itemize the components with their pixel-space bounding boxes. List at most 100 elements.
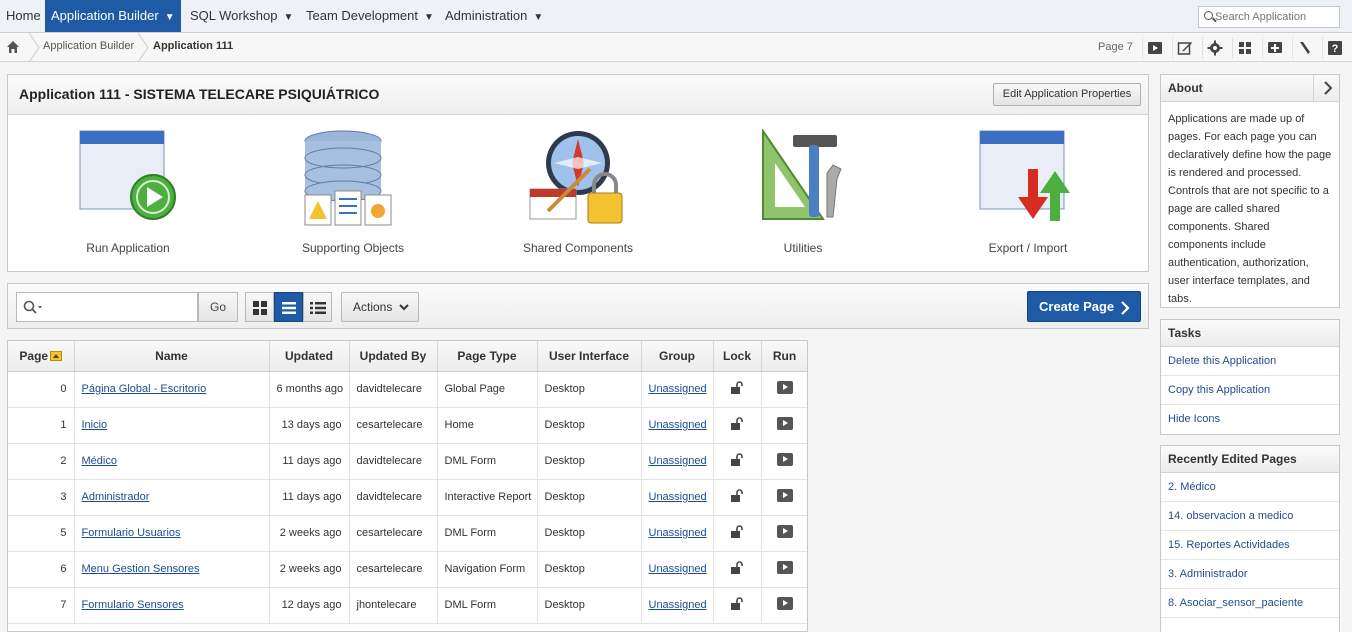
utilities-button[interactable]: [1292, 37, 1316, 59]
nav-administration[interactable]: Administration ▼: [439, 0, 549, 32]
tile-export-import[interactable]: Export / Import: [938, 115, 1118, 270]
cell-updated-by: davidtelecare: [349, 443, 438, 480]
run-page-icon[interactable]: [776, 525, 793, 538]
nav-team-development[interactable]: Team Development ▼: [300, 0, 440, 32]
tile-run-application[interactable]: Run Application: [38, 115, 218, 270]
cell-updated-by: jhontelecare: [349, 587, 438, 624]
run-page-icon[interactable]: [776, 597, 793, 610]
cell-page-number: 3: [8, 479, 75, 516]
nav-team-label: Team Development: [306, 8, 418, 23]
recent-page-link[interactable]: 15. Reportes Actividades: [1161, 531, 1339, 560]
collapse-about-button[interactable]: [1313, 75, 1339, 101]
group-link[interactable]: Unassigned: [641, 551, 714, 588]
application-panel-header: Application 111 - SISTEMA TELECARE PSIQU…: [8, 75, 1148, 115]
page-name-link[interactable]: Formulario Usuarios: [74, 515, 270, 552]
tile-label: Shared Components: [522, 241, 634, 255]
actions-menu-button[interactable]: Actions: [341, 292, 419, 322]
group-link[interactable]: Unassigned: [641, 515, 714, 552]
page-search-field[interactable]: [16, 292, 198, 322]
column-header-updated-by[interactable]: Updated By: [349, 341, 438, 372]
page-name-link[interactable]: Médico: [74, 443, 270, 480]
run-cell: [761, 371, 807, 408]
page-name-link[interactable]: Menu Gestion Sensores: [74, 551, 270, 588]
pages-table: Page Name Updated Updated By Page Type U…: [8, 341, 807, 624]
page-name-link[interactable]: Formulario Sensores: [74, 587, 270, 624]
icon-view-button[interactable]: [245, 292, 274, 322]
cell-updated: 2 weeks ago: [269, 515, 350, 552]
unlock-icon[interactable]: [730, 416, 744, 434]
page-name-link[interactable]: Página Global - Escritorio: [74, 371, 270, 408]
unlock-icon[interactable]: [730, 560, 744, 578]
table-row: 2 Médico 11 days ago davidtelecare DML Form D…: [8, 443, 807, 480]
about-header: About: [1161, 75, 1339, 102]
unlock-icon[interactable]: [730, 596, 744, 614]
tile-utilities[interactable]: Utilities: [713, 115, 893, 270]
group-link[interactable]: Unassigned: [641, 443, 714, 480]
home-icon[interactable]: [6, 40, 20, 54]
task-hide-icons[interactable]: Hide Icons: [1161, 405, 1339, 434]
recent-page-link[interactable]: 8. Asociar_sensor_paciente: [1161, 589, 1339, 618]
run-cell: [761, 587, 807, 624]
table-row: 6 Menu Gestion Sensores 2 weeks ago cesarte…: [8, 551, 807, 588]
run-page-button[interactable]: [1142, 37, 1166, 59]
run-page-icon[interactable]: [776, 489, 793, 502]
chevron-down-icon: ▼: [164, 12, 175, 23]
nav-sql-workshop[interactable]: SQL Workshop ▼: [184, 0, 299, 32]
run-page-icon[interactable]: [776, 417, 793, 430]
tile-supporting-objects[interactable]: Supporting Objects: [263, 115, 443, 270]
task-delete-application[interactable]: Delete this Application: [1161, 347, 1339, 376]
column-header-run[interactable]: Run: [761, 341, 807, 372]
group-link[interactable]: Unassigned: [641, 587, 714, 624]
cell-updated-by: davidtelecare: [349, 371, 438, 408]
create-button[interactable]: [1262, 37, 1286, 59]
group-link[interactable]: Unassigned: [641, 407, 714, 444]
nav-application-builder[interactable]: Application Builder ▼: [45, 0, 181, 32]
detail-view-button[interactable]: [303, 292, 332, 322]
run-page-icon[interactable]: [776, 561, 793, 574]
task-copy-application[interactable]: Copy this Application: [1161, 376, 1339, 405]
column-header-name[interactable]: Name: [74, 341, 270, 372]
run-cell: [761, 407, 807, 444]
group-link[interactable]: Unassigned: [641, 479, 714, 516]
unlock-icon[interactable]: [730, 488, 744, 506]
go-button[interactable]: Go: [198, 292, 238, 322]
column-header-group[interactable]: Group: [641, 341, 714, 372]
tile-shared-components[interactable]: Shared Components: [488, 115, 668, 270]
help-button[interactable]: ?: [1322, 37, 1346, 59]
group-link[interactable]: Unassigned: [641, 371, 714, 408]
column-header-page-type[interactable]: Page Type: [437, 341, 538, 372]
components-button[interactable]: [1232, 37, 1256, 59]
run-page-icon[interactable]: [776, 453, 793, 466]
unlock-icon[interactable]: [730, 452, 744, 470]
cell-page-type: Navigation Form: [437, 551, 538, 588]
search-application-input[interactable]: [1215, 8, 1337, 26]
page-name-link[interactable]: Administrador: [74, 479, 270, 516]
column-header-lock[interactable]: Lock: [713, 341, 762, 372]
recent-page-link[interactable]: 14. observacion a medico: [1161, 502, 1339, 531]
nav-home[interactable]: Home: [0, 0, 47, 32]
run-page-icon[interactable]: [776, 381, 793, 394]
cell-page-type: DML Form: [437, 443, 538, 480]
page-indicator: Page 7: [1098, 41, 1133, 53]
breadcrumb-application-builder[interactable]: Application Builder: [43, 40, 134, 52]
create-page-button[interactable]: Create Page: [1027, 291, 1141, 322]
settings-button[interactable]: [1202, 37, 1226, 59]
edit-page-button[interactable]: [1172, 37, 1196, 59]
page-name-link[interactable]: Inicio: [74, 407, 270, 444]
cell-page-type: DML Form: [437, 587, 538, 624]
unlock-icon[interactable]: [730, 524, 744, 542]
about-text: Applications are made up of pages. For e…: [1168, 113, 1332, 305]
lock-cell: [713, 407, 762, 444]
column-header-user-interface[interactable]: User Interface: [537, 341, 642, 372]
column-header-updated[interactable]: Updated: [269, 341, 350, 372]
column-header-page[interactable]: Page: [8, 341, 75, 372]
edit-application-properties-button[interactable]: Edit Application Properties: [993, 83, 1141, 106]
recent-page-link[interactable]: 3. Administrador: [1161, 560, 1339, 589]
page-title: Application 111 - SISTEMA TELECARE PSIQU…: [19, 86, 380, 102]
unlock-icon[interactable]: [730, 380, 744, 398]
lock-cell: [713, 551, 762, 588]
report-view-button[interactable]: [274, 292, 303, 322]
recent-page-link[interactable]: 2. Médico: [1161, 473, 1339, 502]
lock-cell: [713, 371, 762, 408]
list-view-icon: [282, 302, 296, 314]
